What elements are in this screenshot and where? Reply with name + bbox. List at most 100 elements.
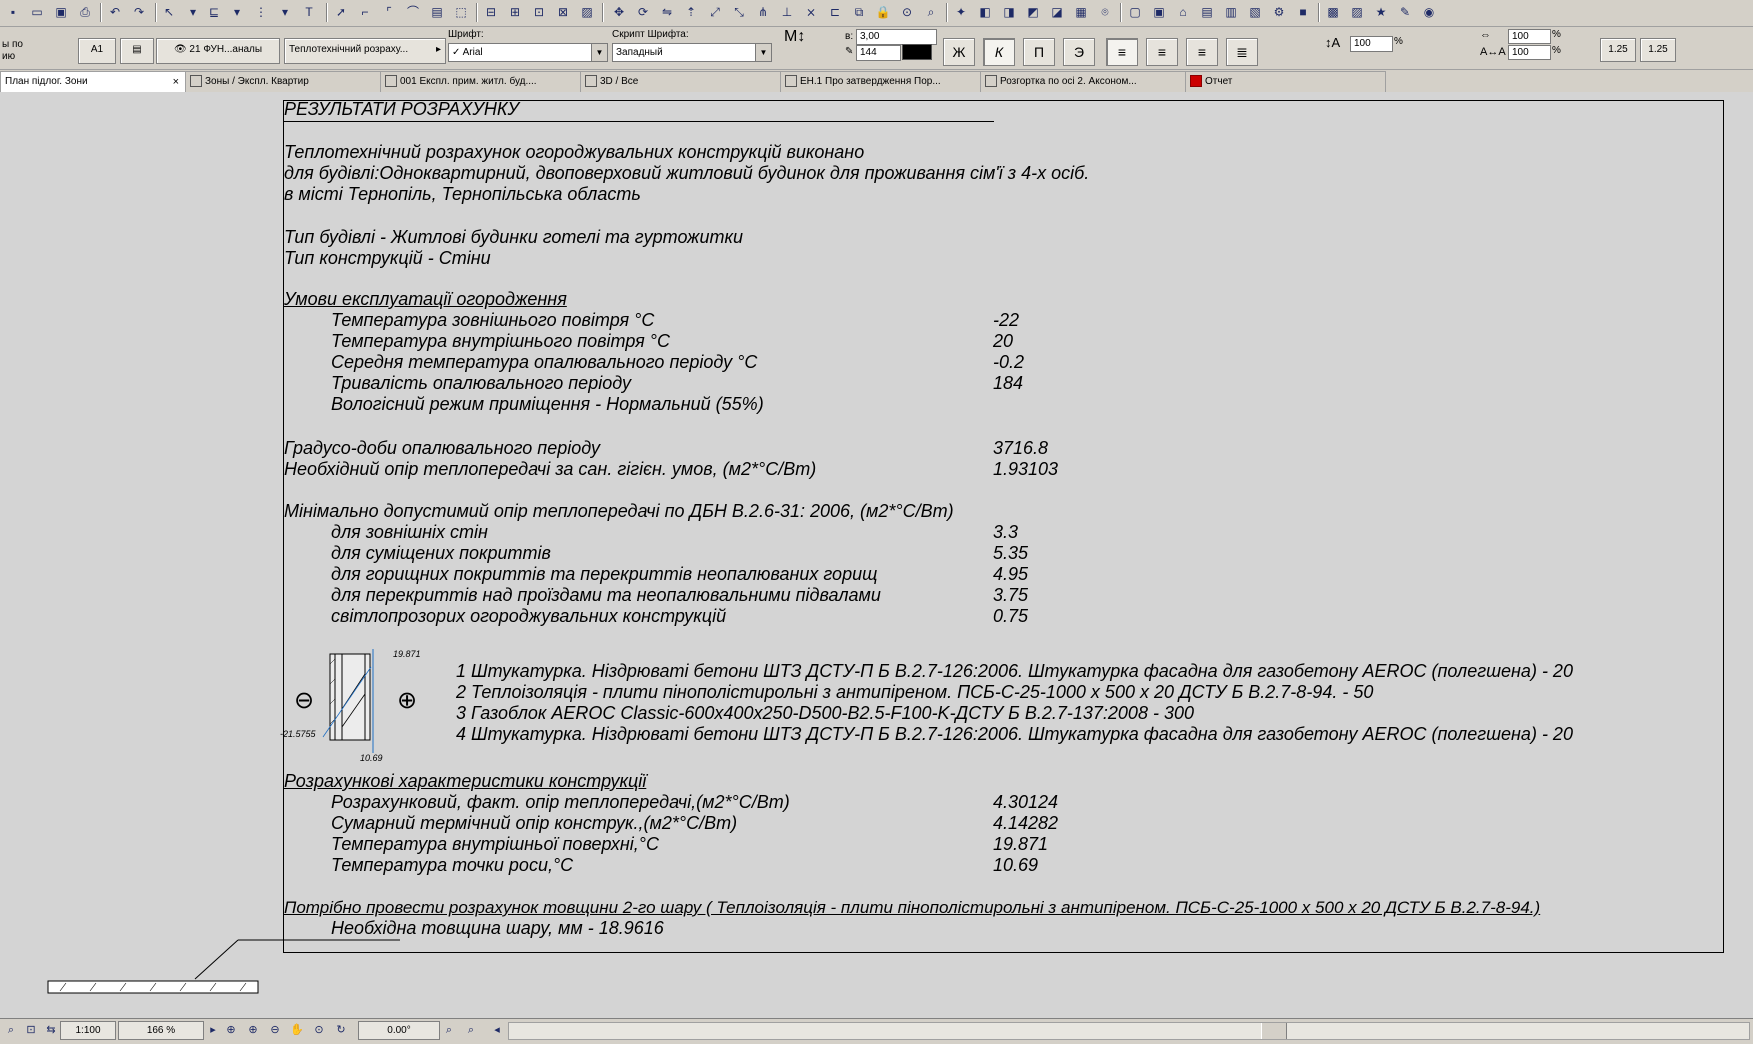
lock-icon[interactable]: 🔒 (874, 3, 892, 21)
line-spacing-input[interactable]: 100 (1350, 36, 1393, 52)
align-justify-icon[interactable]: ≣ (1226, 38, 1258, 66)
extra-icon[interactable]: ◉ (1420, 3, 1438, 21)
window-icon[interactable]: ▢ (1126, 3, 1144, 21)
print-icon[interactable]: ⎙ (76, 3, 94, 21)
scrollbar-thumb[interactable] (1261, 1023, 1287, 1039)
find-icon[interactable]: ⌕ (922, 3, 940, 21)
scale-field[interactable]: 1:100 (60, 1021, 116, 1040)
hand-icon[interactable]: ✋ (288, 1021, 306, 1039)
layout-icon[interactable]: ◪ (1048, 3, 1066, 21)
tab-elevation[interactable]: Розгортка по осі 2. Аксоном... (980, 71, 1186, 93)
dropdown-arrow-icon[interactable]: ▾ (228, 3, 246, 21)
camera-icon[interactable]: ⌾ (1096, 3, 1114, 21)
unlock-icon[interactable]: ⊙ (898, 3, 916, 21)
fit-icon[interactable]: ⊡ (22, 1021, 40, 1039)
view-3d-icon[interactable]: ◧ (976, 3, 994, 21)
rotate-view-icon[interactable]: ↻ (332, 1021, 350, 1039)
split-icon[interactable]: ⋔ (754, 3, 772, 21)
pan-icon[interactable]: ⇆ (42, 1021, 60, 1039)
height-input[interactable]: 100 (1508, 45, 1551, 60)
pointer-icon[interactable]: ↖ (160, 3, 178, 21)
object-icon[interactable]: ▨ (1348, 3, 1366, 21)
dropdown-arrow-icon[interactable]: ▾ (184, 3, 202, 21)
scale-button-2[interactable]: 1.25 (1640, 38, 1676, 62)
zoom-prev-icon[interactable]: ⌕ (440, 1021, 458, 1039)
scroll-left-icon[interactable]: ◂ (488, 1021, 506, 1039)
zoom-out-icon[interactable]: ⊖ (266, 1021, 284, 1039)
library-icon[interactable]: ▩ (1324, 3, 1342, 21)
scale-button-1[interactable]: 1.25 (1600, 38, 1636, 62)
model-icon[interactable]: ▦ (1072, 3, 1090, 21)
drag-icon[interactable]: ✥ (610, 3, 628, 21)
close-icon[interactable]: × (173, 72, 179, 92)
elevation-icon[interactable]: ◨ (1000, 3, 1018, 21)
tab-explication[interactable]: 001 Експл. прим. житл. буд.... (380, 71, 581, 93)
save-icon[interactable]: ▪ (4, 3, 22, 21)
favorite-icon[interactable]: ★ (1372, 3, 1390, 21)
settings-icon[interactable]: ⚙ (1270, 3, 1288, 21)
ungroup-icon[interactable]: ⊠ (554, 3, 572, 21)
tab-report[interactable]: Отчет (1185, 71, 1386, 93)
undo-icon[interactable]: ↶ (106, 3, 124, 21)
zoom-in-icon[interactable]: ⊕ (222, 1021, 240, 1039)
bold-button[interactable]: Ж (943, 38, 975, 66)
strikethrough-button[interactable]: Э (1063, 38, 1095, 66)
width-input[interactable]: 100 (1508, 29, 1551, 44)
align-center-icon[interactable]: ≡ (1146, 38, 1178, 66)
stretch-icon[interactable]: ⤢ (706, 3, 724, 21)
elevate-icon[interactable]: ⇡ (682, 3, 700, 21)
drawing-canvas[interactable]: РЕЗУЛЬТАТИ РОЗРАХУНКУ Теплотехнічний роз… (0, 92, 1753, 1018)
script-select[interactable]: Западный ▼ (612, 43, 772, 62)
view-options-button[interactable]: 👁 21 ФУН...аналы (156, 38, 280, 64)
resize-icon[interactable]: ⤡ (730, 3, 748, 21)
rotate-icon[interactable]: ⟳ (634, 3, 652, 21)
tab-floor-plan[interactable]: План підлог. Зони × (0, 71, 186, 93)
fill-tool-icon[interactable]: ▤ (428, 3, 446, 21)
home-icon[interactable]: ⌂ (1174, 3, 1192, 21)
align-right-icon[interactable]: ≡ (1186, 38, 1218, 66)
group-icon[interactable]: ⊡ (530, 3, 548, 21)
distribute-icon[interactable]: ⊞ (506, 3, 524, 21)
horizontal-scrollbar[interactable] (508, 1022, 1750, 1040)
intersect-icon[interactable]: ⨯ (802, 3, 820, 21)
dropdown-arrow-icon[interactable]: ▾ (276, 3, 294, 21)
image-icon[interactable]: ▤ (1198, 3, 1216, 21)
grid-icon[interactable]: ⋮ (252, 3, 270, 21)
wrench-icon[interactable]: ✎ (1396, 3, 1414, 21)
align-icon[interactable]: ⊟ (482, 3, 500, 21)
table-icon[interactable]: ▥ (1222, 3, 1240, 21)
tab-3d[interactable]: 3D / Все (580, 71, 781, 93)
corner-tool-icon[interactable]: ⌜ (380, 3, 398, 21)
calendar-icon[interactable]: ▣ (1150, 3, 1168, 21)
mirror-icon[interactable]: ⇋ (658, 3, 676, 21)
chevron-right-icon[interactable]: ▸ (204, 1021, 222, 1039)
hatch-icon[interactable]: ▨ (578, 3, 596, 21)
label-tool-button[interactable]: A1 (78, 38, 116, 64)
layers-button[interactable]: ▤ (120, 38, 154, 64)
stop-icon[interactable]: ■ (1294, 3, 1312, 21)
save-disk-icon[interactable]: ▣ (52, 3, 70, 21)
pen-color-swatch[interactable] (902, 44, 932, 60)
chevron-down-icon[interactable]: ▼ (755, 44, 771, 61)
section-view-icon[interactable]: ◩ (1024, 3, 1042, 21)
offset-icon[interactable]: ⊏ (826, 3, 844, 21)
font-select[interactable]: ✓ Arial ▼ (448, 43, 608, 62)
text-size-input[interactable]: 3,00 (856, 29, 937, 45)
text-tool-icon[interactable]: T (300, 3, 318, 21)
zoom-field[interactable]: 166 % (118, 1021, 204, 1040)
adjust-icon[interactable]: ⊥ (778, 3, 796, 21)
open-icon[interactable]: ▭ (28, 3, 46, 21)
align-left-icon[interactable]: ≡ (1106, 38, 1138, 66)
arrow-tool-icon[interactable]: ➚ (332, 3, 350, 21)
fit-window-icon[interactable]: ⊙ (310, 1021, 328, 1039)
zoom-in-icon[interactable]: ⌕ (2, 1021, 20, 1039)
angle-field[interactable]: 0.00° (358, 1021, 440, 1040)
multiply-icon[interactable]: ⧉ (850, 3, 868, 21)
underline-button[interactable]: П (1023, 38, 1055, 66)
pen-input[interactable]: 144 (856, 45, 901, 61)
view-dropdown[interactable]: Теплотехнічний розраху... ▸ (284, 38, 446, 64)
tab-zones[interactable]: Зоны / Экспл. Квартир (185, 71, 381, 93)
zoom-icon[interactable]: ⊕ (244, 1021, 262, 1039)
arc-tool-icon[interactable]: ⌒ (404, 3, 422, 21)
italic-button[interactable]: К (983, 38, 1015, 66)
